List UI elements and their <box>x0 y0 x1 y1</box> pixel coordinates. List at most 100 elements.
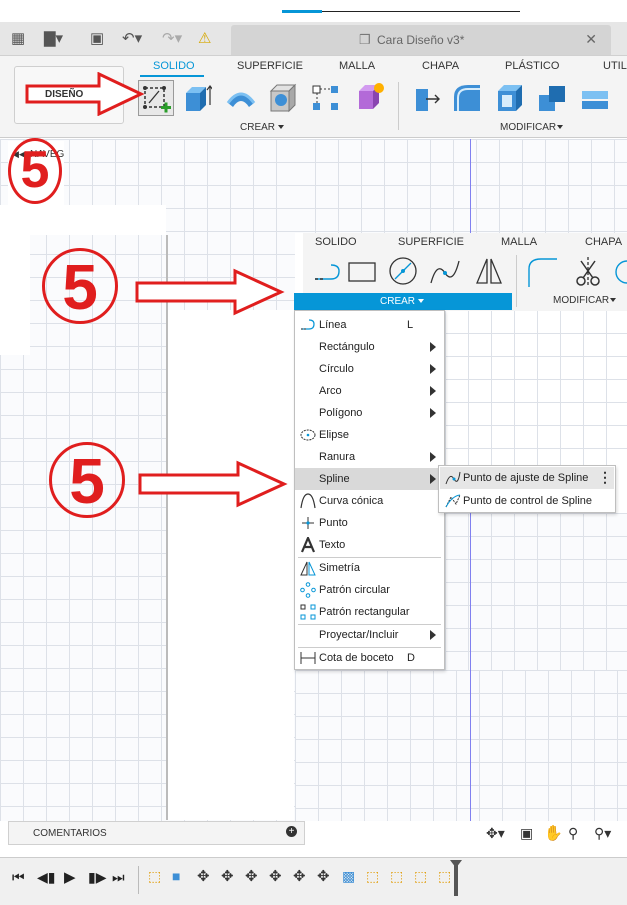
zoom-tab-superficie[interactable]: SUPERFICIE <box>398 236 464 248</box>
white-mask-inner <box>168 310 294 820</box>
timeline-canvas-icon[interactable]: ▩ <box>342 868 355 885</box>
tab-malla[interactable]: MALLA <box>339 60 375 72</box>
spline-tool-icon[interactable] <box>429 257 461 287</box>
timeline-move-icon[interactable]: ✥ <box>317 867 330 885</box>
timeline-sketch-icon[interactable]: ⬚ <box>148 868 161 885</box>
menu-item-punto[interactable]: Punto <box>295 512 444 534</box>
menu-item-poligono[interactable]: Polígono <box>295 402 444 424</box>
timeline-sketch-icon[interactable]: ⬚ <box>390 868 403 885</box>
fit-icon[interactable]: ⚲▾ <box>594 825 611 842</box>
step-back-icon[interactable]: ◀▮ <box>37 869 55 886</box>
play-icon[interactable]: ▶ <box>64 868 76 886</box>
menu-item-curva-conica[interactable]: Curva cónica <box>295 490 444 512</box>
submenu-item-control-point-spline[interactable]: Punto de control de Spline <box>440 490 614 512</box>
tab-solido[interactable]: SOLIDO <box>153 60 195 72</box>
redo-icon[interactable]: ↷▾ <box>162 29 182 47</box>
canvas-right-strip[interactable] <box>445 310 627 465</box>
timeline-move-icon[interactable]: ✥ <box>245 867 258 885</box>
comments-panel[interactable]: COMENTARIOS + <box>8 821 305 845</box>
zoom-icon[interactable]: ⚲ <box>568 825 578 842</box>
menu-item-cota-de-boceto[interactable]: Cota de boceto D <box>295 647 444 669</box>
zoom-modificar-label[interactable]: MODIFICAR <box>553 295 609 306</box>
menu-item-texto[interactable]: Texto <box>295 534 444 556</box>
more-options-icon[interactable]: ⋮ <box>598 469 612 486</box>
timeline-move-icon[interactable]: ✥ <box>221 867 234 885</box>
tab-utilidades[interactable]: UTILI <box>603 60 627 72</box>
timeline-move-icon[interactable]: ✥ <box>197 867 210 885</box>
pan-icon[interactable]: ✋ <box>544 824 563 842</box>
timeline-sketch-icon[interactable]: ⬚ <box>438 868 451 885</box>
menu-item-label: Patrón rectangular <box>319 606 410 618</box>
menu-item-patron-circular[interactable]: Patrón circular <box>295 579 444 601</box>
mirror-tool-icon[interactable] <box>473 255 505 287</box>
canvas-lower-right[interactable] <box>295 670 627 821</box>
menu-item-simetria[interactable]: Simetría <box>295 557 444 579</box>
close-tab-icon[interactable]: ✕ <box>585 31 597 48</box>
canvas-right-strip-lower[interactable] <box>445 513 627 670</box>
add-comment-icon[interactable]: + <box>286 826 297 837</box>
timeline-move-icon[interactable]: ✥ <box>293 867 306 885</box>
file-icon[interactable]: ▇▾ <box>44 29 63 47</box>
crear-dropdown-header[interactable]: CREAR <box>294 293 512 310</box>
crear-group-label[interactable]: CREAR <box>240 122 275 133</box>
offset-partial-icon[interactable] <box>613 257 627 287</box>
menu-item-arco[interactable]: Arco <box>295 380 444 402</box>
warning-icon[interactable]: ⚠ <box>198 29 211 47</box>
tab-plastico[interactable]: PLÁSTICO <box>505 60 559 72</box>
annotation-arrow-2 <box>135 268 285 316</box>
timeline-sketch-icon[interactable]: ⬚ <box>366 868 379 885</box>
save-icon[interactable]: ▣ <box>90 29 104 47</box>
menu-item-rectangulo[interactable]: Rectángulo <box>295 336 444 358</box>
circle-tool-icon[interactable] <box>387 255 419 287</box>
press-pull-tool[interactable] <box>410 83 440 113</box>
step-forward-icon[interactable]: ▮▶ <box>88 869 106 886</box>
modificar-group-label[interactable]: MODIFICAR <box>500 122 556 133</box>
fillet-sketch-icon[interactable] <box>525 255 559 289</box>
submenu-arrow-icon <box>430 630 436 640</box>
orbit-icon[interactable]: ✥▾ <box>486 825 505 842</box>
shell-icon <box>498 85 522 111</box>
submenu-item-fit-point-spline[interactable]: Punto de ajuste de Spline ⋮ <box>440 467 614 489</box>
menu-item-elipse[interactable]: Elipse <box>295 424 444 446</box>
document-tab[interactable]: ❒ Cara Diseño v3* ✕ <box>231 25 611 55</box>
tab-chapa[interactable]: CHAPA <box>422 60 459 72</box>
hole-tool[interactable] <box>268 83 298 113</box>
annotation-arrow-3 <box>138 460 288 508</box>
apps-grid-icon[interactable]: ▦ <box>11 29 25 47</box>
go-to-start-icon[interactable]: ⏮ <box>12 869 25 886</box>
timeline-sketch-icon[interactable]: ⬚ <box>414 868 427 885</box>
shell-tool[interactable] <box>495 83 525 113</box>
timeline-extrude-icon[interactable]: ■ <box>172 868 180 884</box>
rectangular-pattern-icon <box>300 604 316 620</box>
combine-icon <box>539 86 565 111</box>
combine-tool[interactable] <box>537 83 567 113</box>
extrude-tool[interactable] <box>182 83 214 113</box>
menu-item-patron-rectangular[interactable]: Patrón rectangular <box>295 601 444 623</box>
zoom-tab-malla[interactable]: MALLA <box>501 236 537 248</box>
revolve-tool[interactable] <box>225 83 256 113</box>
line-tool-icon[interactable] <box>313 257 343 287</box>
create-form-tool[interactable] <box>355 81 385 111</box>
trim-icon[interactable] <box>571 255 605 289</box>
pattern-tool[interactable] <box>311 83 341 113</box>
white-mask-upper-left <box>0 205 166 235</box>
undo-icon[interactable]: ↶▾ <box>122 29 142 47</box>
stack-tool[interactable] <box>580 83 610 113</box>
menu-item-proyectar-incluir[interactable]: Proyectar/Incluir <box>295 624 444 646</box>
timeline-move-icon[interactable]: ✥ <box>269 867 282 885</box>
zoom-tab-chapa[interactable]: CHAPA <box>585 236 622 248</box>
menu-item-linea[interactable]: Línea L <box>295 314 444 336</box>
menu-item-circulo[interactable]: Círculo <box>295 358 444 380</box>
menu-item-label: Punto <box>319 517 348 529</box>
menu-item-spline[interactable]: Spline <box>295 468 444 490</box>
rectangle-tool-icon[interactable] <box>347 257 377 287</box>
hole-icon <box>269 83 297 113</box>
menu-item-ranura[interactable]: Ranura <box>295 446 444 468</box>
zoom-tab-solido[interactable]: SOLIDO <box>315 236 357 248</box>
fillet-tool[interactable] <box>452 83 482 113</box>
tab-superficie[interactable]: SUPERFICIE <box>237 60 303 72</box>
circular-pattern-icon <box>300 582 316 598</box>
go-to-end-icon[interactable]: ⏭ <box>112 869 125 886</box>
conic-curve-icon <box>300 493 316 509</box>
look-at-icon[interactable]: ▣ <box>520 825 533 842</box>
